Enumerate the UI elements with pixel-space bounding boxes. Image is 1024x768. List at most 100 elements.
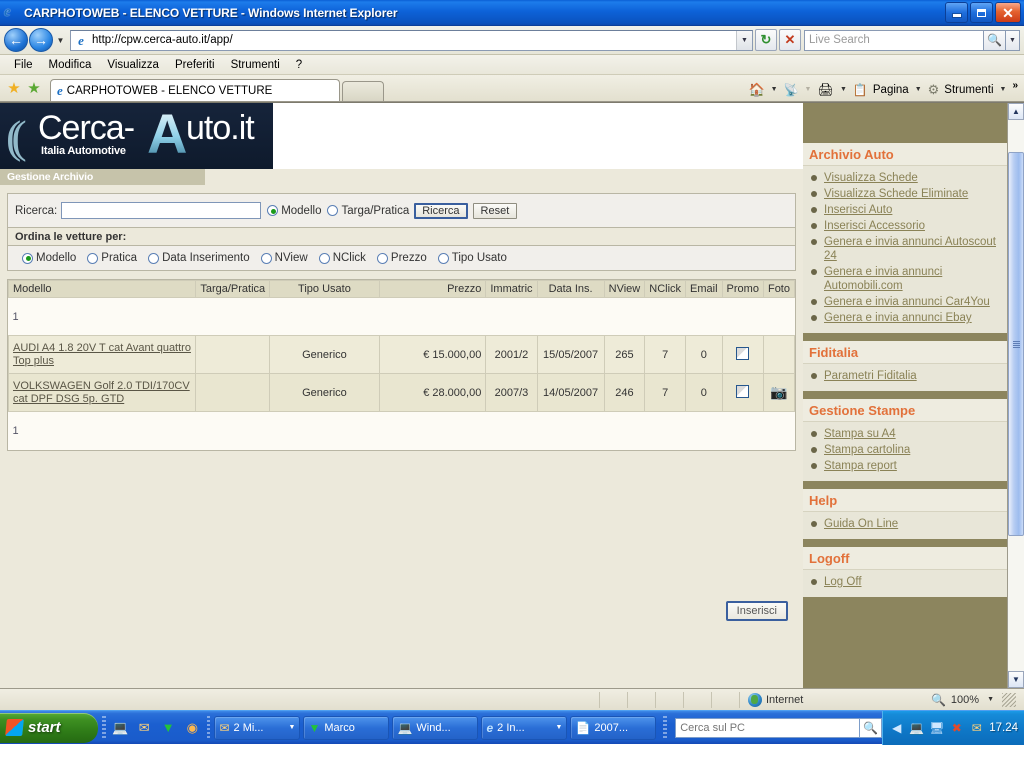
sidebar-link[interactable]: Visualizza Schede	[824, 171, 918, 185]
print-icon[interactable]: 🖨	[815, 82, 836, 98]
pager-top-value[interactable]: 1	[8, 297, 795, 336]
taskbar-button-window[interactable]: 💻 Wind...	[392, 715, 479, 740]
menu-item-modifica[interactable]: Modifica	[41, 57, 100, 73]
network-activity-icon[interactable]: 🖥	[929, 720, 944, 735]
desktop-search-input[interactable]	[675, 717, 861, 738]
favorites-center-icon[interactable]: ★	[4, 77, 24, 99]
toolbar-overflow-icon[interactable]: »	[1010, 80, 1020, 91]
sidebar-link[interactable]: Visualizza Schede Eliminate	[824, 187, 968, 201]
start-button[interactable]: start	[0, 712, 98, 743]
taskbar-button-internet-explorer[interactable]: e 2 In... ▼	[481, 715, 568, 740]
address-dropdown-icon[interactable]: ▼	[736, 30, 752, 50]
zoom-control[interactable]: 🔍 100% ▼	[925, 692, 1024, 707]
gear-icon[interactable]: ⚙	[926, 82, 942, 98]
sidebar-link[interactable]: Genera e invia annunci Autoscout 24	[824, 235, 1001, 263]
outlook-icon[interactable]: ✉	[136, 719, 153, 736]
scrollbar-thumb[interactable]	[1008, 152, 1024, 536]
tools-chevron-down-icon[interactable]: ▼	[1000, 86, 1007, 93]
green-triangle-icon[interactable]: ▼	[160, 719, 177, 736]
search-provider-dropdown-icon[interactable]: ▼	[1006, 29, 1020, 51]
ricerca-button[interactable]: Ricerca	[414, 202, 468, 219]
radio-order-tipo-usato[interactable]: Tipo Usato	[437, 252, 507, 264]
modello-link[interactable]: VOLKSWAGEN Golf 2.0 TDI/170CV cat DPF DS…	[13, 380, 190, 405]
page-scrollbar[interactable]: ▲ ▼	[1007, 103, 1024, 688]
sidebar-item-visualizza-schede[interactable]: Visualizza Schede	[803, 170, 1007, 186]
menu-item-file[interactable]: File	[6, 57, 41, 73]
sidebar-link[interactable]: Parametri Fiditalia	[824, 369, 917, 383]
window-resize-grip-icon[interactable]	[1002, 692, 1016, 707]
promo-checkbox[interactable]	[736, 384, 750, 398]
radio-order-data-inserimento[interactable]: Data Inserimento	[148, 252, 250, 264]
tab-carphotoweb[interactable]: e CARPHOTOWEB - ELENCO VETTURE	[50, 79, 340, 101]
system-clock[interactable]: 17.24	[989, 722, 1018, 734]
sidebar-link[interactable]: Inserisci Auto	[824, 203, 892, 217]
zoom-chevron-down-icon[interactable]: ▼	[987, 696, 994, 703]
sidebar-link[interactable]: Inserisci Accessorio	[824, 219, 925, 233]
search-icon[interactable]: 🔍	[984, 29, 1006, 51]
sidebar-item-stampa-cartolina[interactable]: Stampa cartolina	[803, 442, 1007, 458]
page-menu-icon[interactable]: 📋	[851, 83, 870, 97]
sidebar-item-car4you[interactable]: Genera e invia annunci Car4You	[803, 294, 1007, 310]
address-bar[interactable]: e http://cpw.cerca-auto.it/app/ ▼	[70, 29, 753, 51]
taskbar-grip-icon[interactable]	[206, 715, 211, 740]
sidebar-item-automobili-com[interactable]: Genera e invia annunci Automobili.com	[803, 264, 1007, 294]
sidebar-link[interactable]: Genera e invia annunci Ebay	[824, 311, 972, 325]
sidebar-link[interactable]: Stampa cartolina	[824, 443, 910, 457]
back-button[interactable]: ←	[4, 28, 28, 52]
inserisci-button[interactable]: Inserisci	[725, 600, 788, 621]
sidebar-link[interactable]: Log Off	[824, 575, 862, 589]
radio-order-pratica[interactable]: Pratica	[87, 252, 137, 264]
sidebar-item-stampa-report[interactable]: Stampa report	[803, 458, 1007, 474]
deskbar-grip-icon[interactable]	[663, 715, 668, 740]
radio-order-modello[interactable]: Modello	[22, 252, 76, 264]
sidebar-item-autoscout24[interactable]: Genera e invia annunci Autoscout 24	[803, 234, 1007, 264]
menu-item-preferiti[interactable]: Preferiti	[167, 57, 223, 73]
close-button[interactable]: ✕	[995, 2, 1021, 23]
sidebar-item-visualizza-schede-eliminate[interactable]: Visualizza Schede Eliminate	[803, 186, 1007, 202]
safely-remove-icon[interactable]: ✖	[949, 720, 964, 735]
sidebar-link[interactable]: Genera e invia annunci Car4You	[824, 295, 990, 309]
home-icon[interactable]: 🏠	[746, 82, 766, 98]
radio-mode-targa[interactable]: Targa/Pratica	[327, 205, 409, 217]
tray-expand-icon[interactable]: ◀	[889, 720, 904, 735]
scrollbar-track[interactable]	[1008, 120, 1024, 671]
radio-order-nview[interactable]: NView	[260, 252, 308, 264]
sidebar-item-log-off[interactable]: Log Off	[803, 574, 1007, 590]
sidebar-item-inserisci-auto[interactable]: Inserisci Auto	[803, 202, 1007, 218]
taskbar-button-word[interactable]: 📄 2007...	[570, 715, 657, 740]
minimize-button[interactable]	[945, 2, 968, 23]
scroll-up-icon[interactable]: ▲	[1008, 103, 1024, 120]
forward-button[interactable]: →	[29, 28, 53, 52]
quick-launch-grip-icon[interactable]	[102, 715, 106, 740]
print-chevron-down-icon[interactable]: ▼	[840, 86, 847, 93]
home-chevron-down-icon[interactable]: ▼	[771, 86, 778, 93]
page-menu-label[interactable]: Pagina	[871, 84, 911, 96]
stop-button[interactable]: ✕	[779, 29, 801, 51]
media-player-icon[interactable]: ◉	[184, 719, 201, 736]
sidebar-link[interactable]: Genera e invia annunci Automobili.com	[824, 265, 1001, 293]
menu-item-strumenti[interactable]: Strumenti	[223, 57, 288, 73]
taskbar-button-mail[interactable]: ✉ 2 Mi... ▼	[214, 715, 301, 740]
network-icon[interactable]: 💻	[909, 720, 924, 735]
modello-link[interactable]: AUDI A4 1.8 20V T cat Avant quattro Top …	[13, 342, 191, 367]
menu-item-help[interactable]: ?	[288, 57, 310, 73]
show-desktop-icon[interactable]: 💻	[112, 719, 129, 736]
tools-menu-label[interactable]: Strumenti	[942, 84, 995, 96]
scroll-down-icon[interactable]: ▼	[1008, 671, 1024, 688]
live-search-input[interactable]: Live Search	[804, 29, 984, 51]
chevron-down-icon[interactable]: ▼	[289, 724, 296, 731]
add-to-favorites-icon[interactable]: ★	[24, 77, 44, 99]
ricerca-input[interactable]	[61, 202, 262, 219]
history-dropdown-icon[interactable]: ▼	[54, 36, 67, 45]
reset-button[interactable]: Reset	[472, 202, 518, 219]
page-chevron-down-icon[interactable]: ▼	[915, 86, 922, 93]
tray-outlook-icon[interactable]: ✉	[969, 720, 984, 735]
sidebar-item-ebay[interactable]: Genera e invia annunci Ebay	[803, 310, 1007, 326]
menu-item-visualizza[interactable]: Visualizza	[99, 57, 167, 73]
new-tab-button[interactable]	[342, 81, 384, 101]
sidebar-link[interactable]: Guida On Line	[824, 517, 898, 531]
pager-bottom-value[interactable]: 1	[8, 411, 795, 450]
chevron-down-icon[interactable]: ▼	[556, 724, 563, 731]
desktop-search-icon[interactable]: 🔍	[860, 717, 883, 738]
radio-order-nclick[interactable]: NClick	[318, 252, 366, 264]
